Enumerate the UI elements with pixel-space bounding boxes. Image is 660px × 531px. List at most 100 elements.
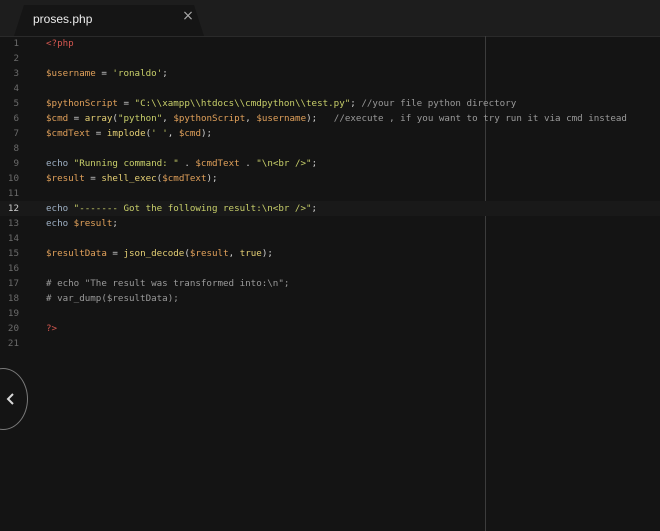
line-number: 11 <box>7 188 19 199</box>
code-line[interactable]: 16 <box>0 261 660 276</box>
code-line[interactable]: 6 $cmd = array("python", $pythonScript, $… <box>0 111 660 126</box>
code-token: . <box>239 158 257 169</box>
line-number: 15 <box>7 248 19 259</box>
code-token: = <box>90 128 107 139</box>
code-token: ); <box>206 173 218 184</box>
code-token: $result <box>73 218 113 229</box>
code-token: echo <box>46 218 74 229</box>
code-token: ; <box>311 203 318 214</box>
code-text: # echo "The result was transformed into:… <box>46 276 289 291</box>
code-token: # var_dump($resultData); <box>46 293 179 304</box>
code-line[interactable]: 21 <box>0 336 660 351</box>
code-token: json_decode <box>123 248 185 259</box>
code-token: "C:\\xampp\\htdocs\\cmdpython\\test.py" <box>134 98 351 109</box>
code-line[interactable]: 18 # var_dump($resultData); <box>0 291 660 306</box>
code-token: ); <box>261 248 273 259</box>
code-token: array <box>84 113 113 124</box>
code-line[interactable]: 13 echo $result; <box>0 216 660 231</box>
code-text: $resultData = json_decode($result, true)… <box>46 246 273 261</box>
code-token: ; <box>350 98 362 109</box>
code-token: $cmd <box>46 113 69 124</box>
code-line[interactable]: 17 # echo "The result was transformed int… <box>0 276 660 291</box>
line-number: 16 <box>7 263 19 274</box>
code-token: = <box>106 248 124 259</box>
code-text: # var_dump($resultData); <box>46 291 179 306</box>
line-number: 17 <box>7 278 19 289</box>
line-number: 18 <box>7 293 19 304</box>
code-line[interactable]: 3 $username = 'ronaldo'; <box>0 66 660 81</box>
line-number: 7 <box>13 128 19 139</box>
code-token: //your file python directory <box>361 98 517 109</box>
code-token: , <box>228 248 240 259</box>
code-token: <?php <box>46 38 74 49</box>
line-number: 8 <box>13 143 19 154</box>
code-token: "------- Got the following result:\n<br … <box>73 203 312 214</box>
code-token: ); <box>200 128 213 139</box>
code-token: $cmd <box>178 128 201 139</box>
code-token: $resultData <box>46 248 107 259</box>
code-editor[interactable]: 1 <?php 2 3 $username = 'ronaldo'; 4 5 $pythonS… <box>0 36 660 531</box>
code-token: echo <box>46 158 74 169</box>
code-token: $result <box>189 248 229 259</box>
line-number: 6 <box>13 113 19 124</box>
code-token: ; <box>112 218 118 229</box>
code-line[interactable]: 5 $pythonScript = "C:\\xampp\\htdocs\\cmd… <box>0 96 660 111</box>
code-token: $result <box>46 173 85 184</box>
code-token: $username <box>46 68 96 79</box>
code-token: = <box>117 98 135 109</box>
code-text: echo $result; <box>46 216 118 231</box>
code-line[interactable]: 20 ?> <box>0 321 660 336</box>
code-text: echo "Running command: " . $cmdText . "\… <box>46 156 317 171</box>
code-line[interactable]: 2 <box>0 51 660 66</box>
code-line[interactable]: 12 echo "------- Got the following result… <box>0 201 660 216</box>
code-token: , <box>245 113 257 124</box>
code-token: $pythonScript <box>173 113 246 124</box>
tab-title[interactable]: proses.php <box>33 12 92 26</box>
code-token: ); <box>306 113 334 124</box>
line-number: 19 <box>7 308 19 319</box>
code-token: //execute , if you want to try run it vi… <box>333 113 627 124</box>
line-number: 21 <box>7 338 19 349</box>
code-token: 'ronaldo' <box>112 68 163 79</box>
code-text: ?> <box>46 321 57 336</box>
code-text: echo "------- Got the following result:\… <box>46 201 317 216</box>
code-line[interactable]: 4 <box>0 81 660 96</box>
line-number: 5 <box>13 98 19 109</box>
code-token: $pythonScript <box>46 98 118 109</box>
code-token: = <box>95 68 113 79</box>
tab-proses-php[interactable]: proses.php × <box>14 5 204 36</box>
code-token: $cmdText <box>162 173 207 184</box>
code-token: = <box>84 173 102 184</box>
code-line[interactable]: 8 <box>0 141 660 156</box>
code-token: "\n<br />" <box>256 158 312 169</box>
tab-bar: proses.php × <box>0 0 660 37</box>
code-line[interactable]: 10 $result = shell_exec($cmdText); <box>0 171 660 186</box>
code-line[interactable]: 7 $cmdText = implode(' ', $cmd); <box>0 126 660 141</box>
code-token: $cmdText <box>46 128 91 139</box>
code-line[interactable]: 11 <box>0 186 660 201</box>
code-text: $cmd = array("python", $pythonScript, $u… <box>46 111 627 126</box>
close-icon[interactable]: × <box>181 9 195 23</box>
code-line[interactable]: 19 <box>0 306 660 321</box>
code-line[interactable]: 1 <?php <box>0 36 660 51</box>
line-number: 1 <box>13 38 19 49</box>
chevron-left-icon <box>6 393 14 405</box>
code-text: $pythonScript = "C:\\xampp\\htdocs\\cmdp… <box>46 96 516 111</box>
code-token: implode <box>106 128 146 139</box>
code-text: $username = 'ronaldo'; <box>46 66 168 81</box>
code-text: $result = shell_exec($cmdText); <box>46 171 218 186</box>
code-line[interactable]: 14 <box>0 231 660 246</box>
code-token: $username <box>256 113 307 124</box>
line-number: 2 <box>13 53 19 64</box>
line-number: 3 <box>13 68 19 79</box>
code-token: , <box>167 128 179 139</box>
code-line[interactable]: 9 echo "Running command: " . $cmdText . "… <box>0 156 660 171</box>
line-number: 13 <box>7 218 19 229</box>
code-token: = <box>68 113 85 124</box>
code-token: ; <box>311 158 318 169</box>
code-line[interactable]: 15 $resultData = json_decode($result, tru… <box>0 246 660 261</box>
line-number: 12 <box>7 203 19 214</box>
code-token: ?> <box>46 323 58 334</box>
code-token: # echo "The result was transformed into:… <box>46 278 290 289</box>
code-token: "Running command: " <box>73 158 179 169</box>
